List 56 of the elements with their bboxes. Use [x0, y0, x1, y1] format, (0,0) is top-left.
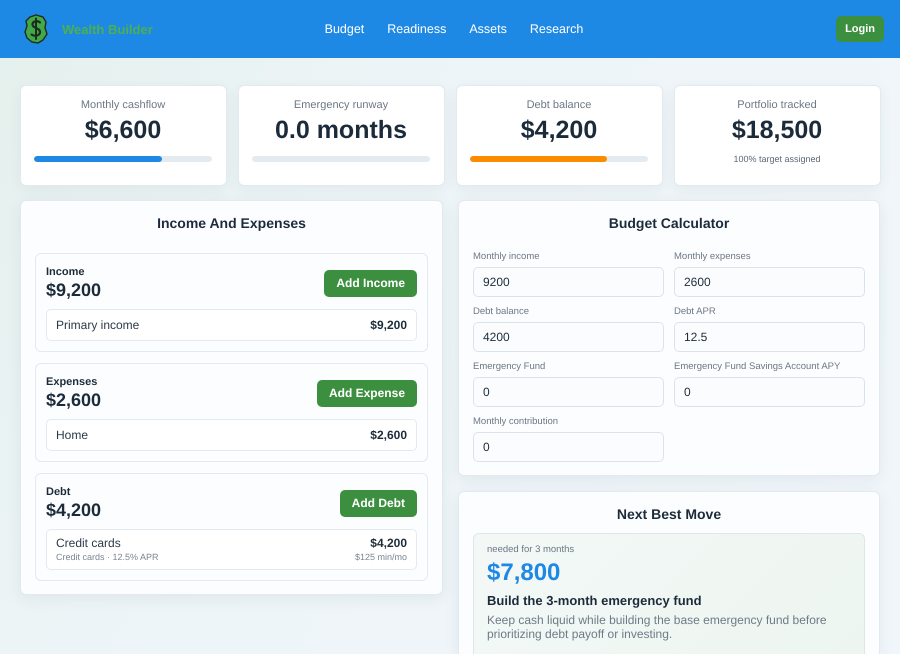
entry-detail: Credit cards · 12.5% APR	[56, 551, 159, 563]
category-total: $9,200	[46, 279, 102, 301]
entry-row[interactable]: Credit cards Credit cards · 12.5% APR $4,200 $125 min/mo	[46, 529, 417, 570]
field-label: Debt balance	[473, 305, 529, 318]
category-total: $4,200	[46, 499, 102, 521]
nav-link[interactable]: Readiness	[387, 22, 446, 36]
add-button[interactable]: Add Income	[324, 270, 417, 296]
entry-amount: $4,200	[370, 536, 407, 551]
nav-link[interactable]: Budget	[324, 22, 364, 36]
field-label: Monthly expenses	[674, 250, 751, 263]
stat-label: Debt balance	[526, 98, 592, 112]
login-button[interactable]: Login	[836, 16, 884, 42]
recommendation-amount: $7,800	[487, 559, 560, 587]
stat-note: 100% target assigned	[733, 154, 821, 164]
category-label: Income	[46, 265, 85, 279]
stat-value: $18,500	[732, 115, 822, 145]
entry-name: Primary income	[56, 318, 140, 332]
recommendation-caption: needed for 3 months	[487, 544, 574, 556]
panel-title: Income And Expenses	[157, 214, 306, 233]
field-label: Monthly contribution	[473, 415, 558, 428]
input-field[interactable]: 2600	[674, 267, 865, 297]
stat-label: Monthly cashflow	[80, 98, 166, 112]
stat-value: 0.0 months	[275, 115, 407, 145]
dollar-icon	[24, 14, 48, 44]
nav-link[interactable]: Assets	[469, 22, 507, 36]
input-field[interactable]: 4200	[473, 322, 664, 352]
add-button[interactable]: Add Expense	[316, 380, 417, 406]
field-label: Debt APR	[674, 305, 716, 318]
field-label: Emergency Fund Savings Account APY	[674, 360, 840, 373]
entry-name: Home	[56, 428, 88, 442]
input-field[interactable]: 0	[674, 377, 865, 407]
entry-row[interactable]: Primary income $9,200	[46, 309, 417, 341]
entry-payment: $125 min/mo	[354, 551, 407, 563]
recommendation-text: Keep cash liquid while building the base emergency fund before prioritizing debt payoff or investing.	[487, 613, 828, 641]
input-field[interactable]: 0	[473, 377, 664, 407]
nav-link[interactable]: Research	[530, 22, 584, 36]
category-label: Debt	[46, 485, 70, 499]
stat-value: $4,200	[520, 115, 598, 145]
stat-label: Emergency runway	[294, 98, 388, 112]
input-field[interactable]: 12.5	[674, 322, 865, 352]
entry-name: Credit cards	[56, 536, 121, 551]
entry-amount: $9,200	[370, 318, 407, 332]
input-field[interactable]: 9200	[473, 267, 664, 297]
entry-amount: $2,600	[370, 428, 407, 442]
category-label: Expenses	[46, 375, 98, 389]
panel-title: Next Best Move	[616, 505, 722, 524]
category-total: $2,600	[46, 389, 102, 411]
field-label: Monthly income	[473, 250, 540, 263]
recommendation-heading: Build the 3-month emergency fund	[487, 592, 702, 609]
input-field[interactable]: 0	[473, 432, 664, 462]
add-button[interactable]: Add Debt	[340, 490, 417, 516]
stat-value: $6,600	[84, 115, 162, 145]
stat-label: Portfolio tracked	[737, 98, 817, 112]
entry-row[interactable]: Home $2,600	[46, 419, 417, 451]
panel-title: Budget Calculator	[608, 214, 730, 233]
field-label: Emergency Fund	[473, 360, 546, 373]
